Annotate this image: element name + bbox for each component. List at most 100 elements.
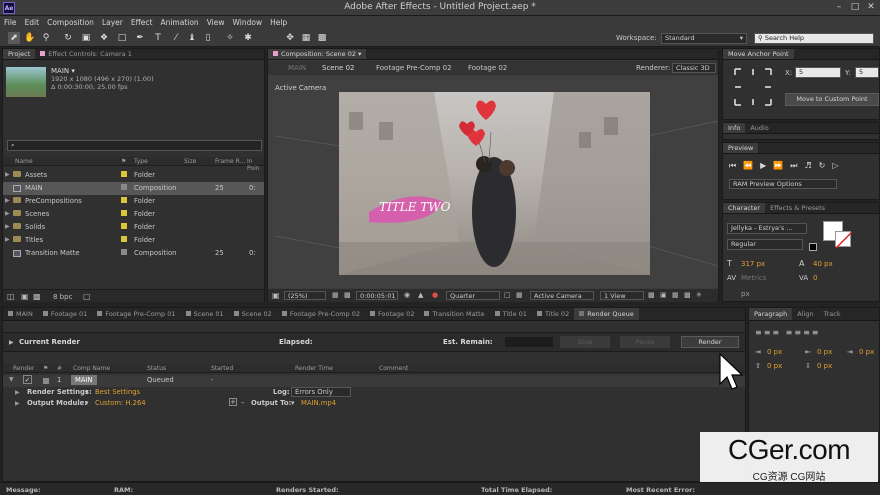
tab-info[interactable]: Info [723, 123, 746, 133]
toggle-pixel-aspect-icon[interactable]: ▩ [648, 291, 655, 299]
channel-icon[interactable]: ● [432, 291, 438, 299]
output-module-expand-icon[interactable]: ▶ [15, 400, 20, 407]
close-icon[interactable]: ✕ [864, 1, 878, 14]
last-frame-icon[interactable]: ⏭ [790, 161, 804, 170]
exposure-icon[interactable]: ✳ [696, 291, 702, 299]
brush-tool-icon[interactable]: ⁄ [170, 32, 182, 44]
expand-triangle-icon[interactable]: ▶ [9, 339, 14, 346]
hand-tool-icon[interactable]: ✋ [24, 32, 36, 44]
indent-left-value[interactable]: 0 px [767, 348, 782, 356]
roto-brush-tool-icon[interactable]: ✧ [224, 32, 236, 44]
tab-character[interactable]: Character [723, 203, 766, 213]
col-name[interactable]: Name [15, 158, 33, 165]
label-swatch[interactable] [121, 249, 127, 255]
remove-output-module-icon[interactable]: – [241, 399, 244, 407]
justify-right-icon[interactable]: ≡ [803, 328, 812, 337]
tab-timeline-footage-02[interactable]: Footage 02 [365, 308, 419, 320]
region-of-interest-icon[interactable]: □ [504, 291, 511, 299]
leading-value[interactable]: 40 px [813, 260, 833, 268]
render-settings-expand-icon[interactable]: ▶ [15, 389, 20, 396]
stroke-color-swatch[interactable] [835, 231, 853, 249]
selection-tool-icon[interactable]: ⬈ [8, 32, 20, 44]
tab-timeline-scene-02[interactable]: Scene 02 [229, 308, 277, 320]
x-input[interactable]: 5 [795, 67, 841, 78]
render-settings-value[interactable]: Best Settings [95, 388, 140, 396]
tab-timeline-scene-01[interactable]: Scene 01 [181, 308, 229, 320]
mute-icon[interactable]: ♬ [805, 161, 819, 170]
col-render[interactable]: Render [13, 365, 34, 372]
camera-tool-icon[interactable]: ▣ [80, 32, 92, 44]
tab-tracker[interactable]: Track [819, 308, 846, 320]
render-checkbox[interactable]: ✓ [23, 375, 32, 384]
stroke-size-unit[interactable]: px [741, 290, 750, 298]
menu-window[interactable]: Window [229, 16, 267, 30]
menu-help[interactable]: Help [266, 16, 291, 30]
play-icon[interactable]: ▶ [760, 161, 773, 170]
project-item-main[interactable]: MAIN Composition 25 0: [3, 182, 264, 195]
breadcrumb-scene-02[interactable]: Scene 02 [322, 64, 354, 72]
output-to-value[interactable]: MAIN.mp4 [301, 399, 336, 407]
loop-icon[interactable]: ↻ [819, 161, 833, 170]
next-frame-icon[interactable]: ⏩ [773, 161, 790, 170]
menu-file[interactable]: File [0, 16, 21, 30]
justify-all-icon[interactable]: ≡ [812, 328, 821, 337]
project-search-input[interactable]: ⌕ [7, 140, 262, 151]
mask-visibility-icon[interactable]: ▩ [344, 291, 351, 299]
folder-expand-icon[interactable]: ▶ [5, 223, 10, 230]
renderer-select[interactable]: Classic 3D [672, 63, 716, 73]
first-line-indent-value[interactable]: 0 px [859, 348, 874, 356]
output-to-chevron-icon[interactable]: ▾ [291, 399, 294, 407]
tab-paragraph[interactable]: Paragraph [749, 308, 793, 320]
new-folder-icon[interactable]: ▣ [21, 292, 29, 301]
col-status[interactable]: Status [147, 365, 166, 372]
black-swatch[interactable] [809, 243, 817, 251]
move-to-custom-point-button[interactable]: Move to Custom Point [785, 93, 879, 106]
menu-view[interactable]: View [203, 16, 229, 30]
new-comp-icon[interactable]: ▩ [33, 292, 41, 301]
tab-align[interactable]: Align [792, 308, 818, 320]
show-snapshot-icon[interactable]: ▲ [418, 291, 423, 299]
workspace-select[interactable]: Standard ▾ [661, 33, 747, 44]
folder-expand-icon[interactable]: ▶ [5, 171, 10, 178]
label-swatch[interactable] [121, 223, 127, 229]
world-axis-icon[interactable]: ▦ [300, 32, 312, 44]
label-col-icon-rq[interactable]: ⚑ [43, 365, 48, 372]
item-expand-icon[interactable]: ▼ [9, 376, 14, 383]
col-size[interactable]: Size [184, 158, 196, 165]
log-select[interactable]: Errors Only [291, 387, 351, 397]
breadcrumb-main[interactable]: MAIN [288, 64, 306, 72]
font-size-value[interactable]: 317 px [741, 260, 765, 268]
interpret-footage-icon[interactable]: ◫ [7, 292, 15, 301]
project-item-assets[interactable]: ▶ Assets Folder [3, 169, 264, 182]
tracking-value[interactable]: 0 [813, 274, 817, 282]
render-button[interactable]: Render [681, 336, 739, 348]
comp-name-label[interactable]: MAIN ▾ [51, 67, 75, 75]
tab-timeline-render-queue[interactable]: Render Queue [574, 308, 639, 320]
comp-viewer[interactable]: Active Camera TITLE TWO [268, 76, 718, 288]
col-render-time[interactable]: Render Time [295, 365, 333, 372]
fast-previews-icon[interactable]: ▣ [660, 291, 667, 299]
tab-effects-presets[interactable]: Effects & Presets [765, 203, 830, 213]
tab-composition-scene-02[interactable]: Composition: Scene 02 ▾ [268, 49, 367, 59]
label-swatch[interactable] [121, 210, 127, 216]
tab-timeline-main[interactable]: MAIN [3, 308, 38, 320]
folder-expand-icon[interactable]: ▶ [5, 197, 10, 204]
label-col-icon[interactable]: ⚑ [121, 158, 126, 165]
output-module-value[interactable]: Custom: H.264 [95, 399, 146, 407]
resolution-select[interactable]: Quarter [446, 291, 500, 300]
tab-timeline-title-01[interactable]: Title 01 [490, 308, 532, 320]
col-started[interactable]: Started [211, 365, 233, 372]
col-comp-name[interactable]: Comp Name [73, 365, 110, 372]
label-swatch[interactable] [121, 197, 127, 203]
col-number[interactable]: # [57, 365, 62, 372]
project-item-scenes[interactable]: ▶ Scenes Folder [3, 208, 264, 221]
tab-timeline-transition-matte[interactable]: Transition Matte [419, 308, 489, 320]
local-axis-icon[interactable]: ✥ [284, 32, 296, 44]
rotate-tool-icon[interactable]: ↻ [62, 32, 74, 44]
align-right-icon[interactable]: ≡ [772, 328, 781, 337]
project-item-precompositions[interactable]: ▶ PreCompositions Folder [3, 195, 264, 208]
transparency-grid-icon[interactable]: ▦ [516, 291, 523, 299]
label-swatch[interactable] [121, 236, 127, 242]
menu-layer[interactable]: Layer [98, 16, 127, 30]
font-family-select[interactable]: Jellyka - Estrya's ... [727, 223, 807, 234]
